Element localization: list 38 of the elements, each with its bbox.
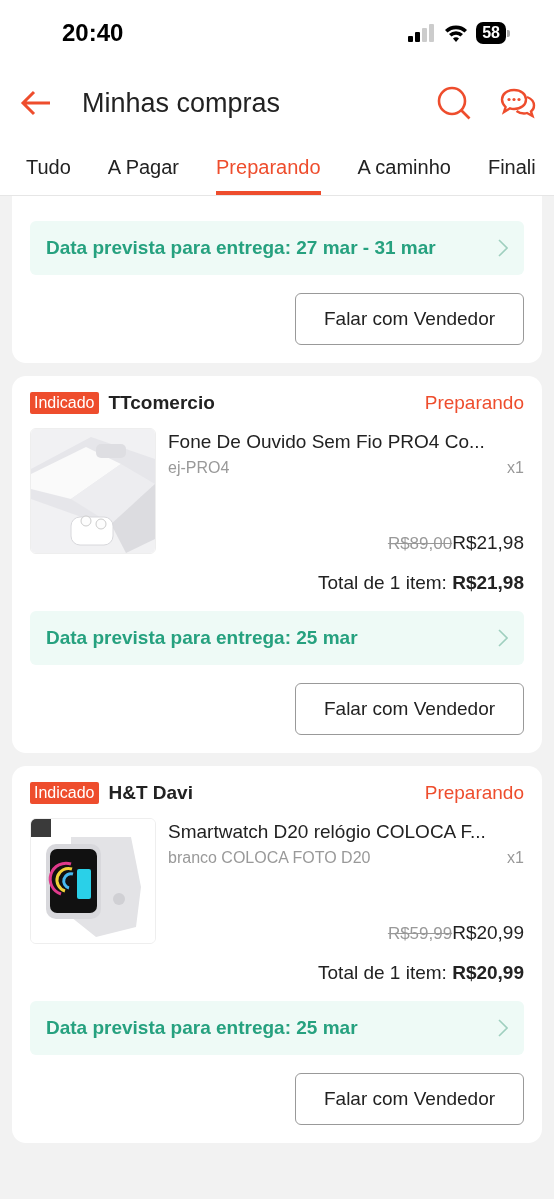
search-icon (436, 85, 472, 121)
product-name: Fone De Ouvido Sem Fio PRO4 Co... (168, 431, 486, 453)
product-name: Smartwatch D20 relógio COLOCA F... (168, 821, 487, 843)
search-button[interactable] (436, 85, 472, 121)
chat-button[interactable] (500, 87, 536, 119)
tab[interactable]: A Pagar (107, 140, 179, 195)
wifi-icon (444, 24, 469, 42)
tab[interactable]: A caminho (357, 140, 451, 195)
price: R$21,98 (452, 532, 524, 553)
original-price: R$59,99 (387, 924, 453, 943)
quantity: x1 (507, 459, 524, 477)
order-total: Total de 1 item: R$20,99 (318, 962, 524, 983)
order-status: Preparando (424, 782, 524, 804)
signal-icon (408, 24, 437, 42)
original-price: R$89,00 (387, 534, 453, 553)
order-status: Preparando (424, 392, 524, 414)
chat-bubbles-icon (500, 87, 536, 119)
tab[interactable]: Finali (487, 140, 536, 195)
quantity: x1 (507, 849, 524, 867)
chat-seller-button[interactable]: Falar com Vendedor (295, 683, 524, 735)
clock: 20:40 (62, 19, 124, 47)
chat-seller-button[interactable]: Falar com Vendedor (295, 293, 524, 345)
shop-name: H&T Davi (108, 782, 194, 804)
price: R$20,99 (452, 922, 524, 943)
back-arrow-icon (20, 89, 52, 117)
order-total: Total de 1 item: R$21,98 (318, 572, 524, 593)
back-button[interactable] (20, 89, 52, 117)
tab[interactable]: Tudo (26, 140, 71, 195)
tag: Indicado (30, 392, 99, 414)
page-title: Minhas compras (82, 87, 282, 119)
tag: Indicado (30, 782, 99, 804)
chevron-right-icon (498, 1019, 508, 1037)
chat-seller-button[interactable]: Falar com Vendedor (295, 1073, 524, 1125)
product-variant: ej-PRO4 (168, 459, 230, 477)
product-variant: branco COLOCA FOTO D20 (168, 849, 371, 867)
shop-name: TTcomercio (108, 392, 216, 414)
chevron-right-icon (498, 239, 508, 257)
chevron-right-icon (498, 629, 508, 647)
